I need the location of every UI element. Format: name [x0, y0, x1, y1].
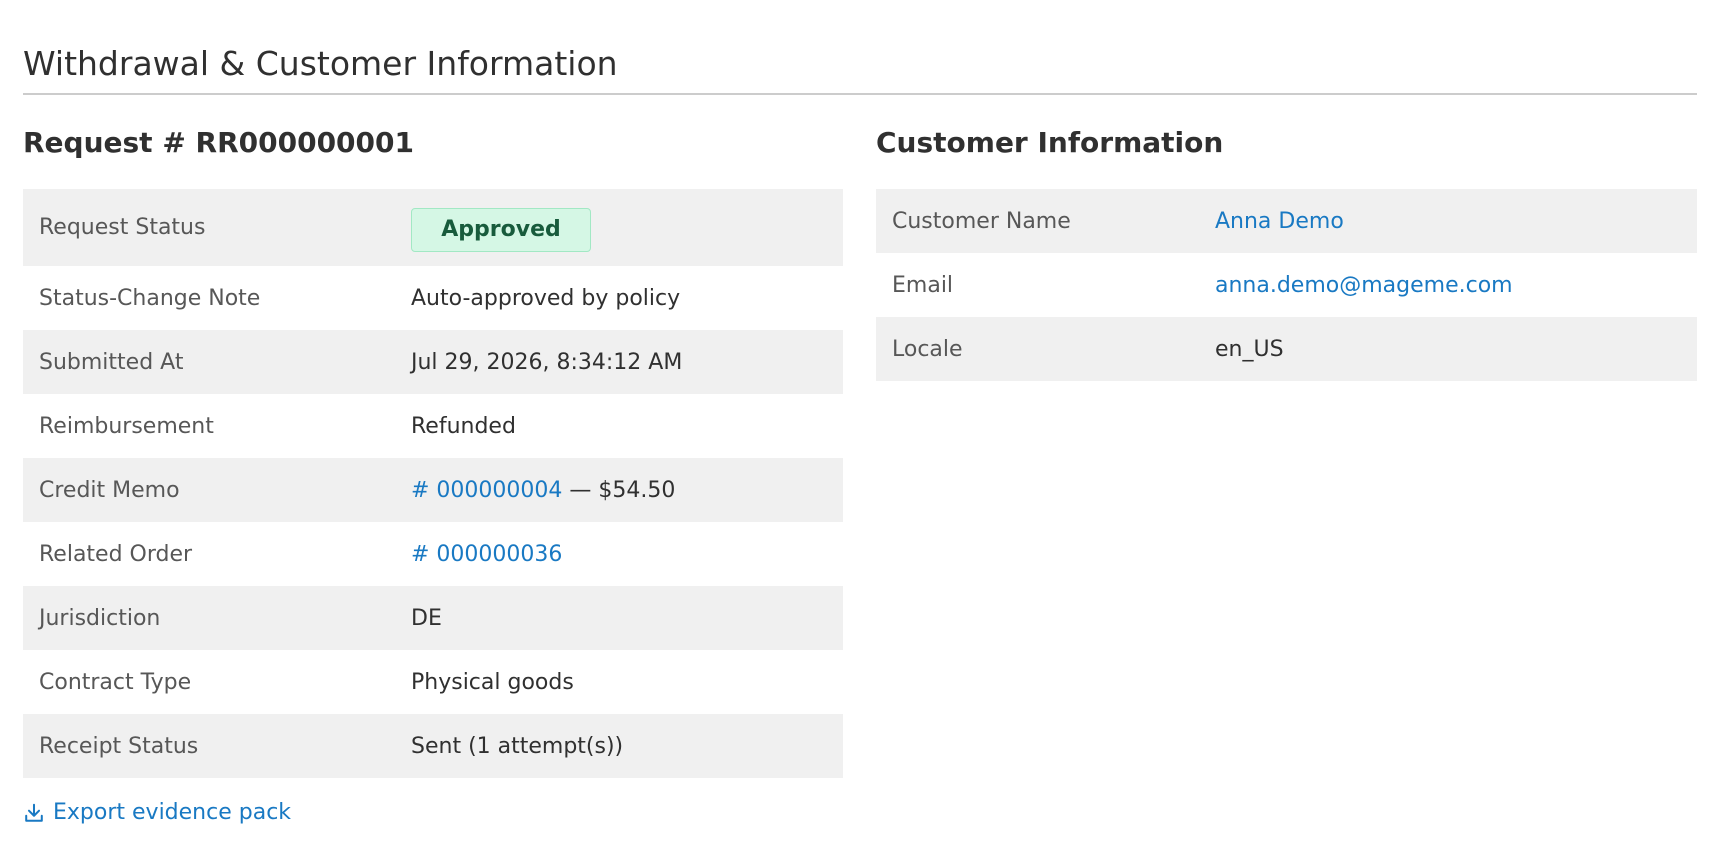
email-value: anna.demo@mageme.com — [1199, 253, 1697, 317]
row-label: Receipt Status — [39, 733, 199, 759]
table-row: Reimbursement Refunded — [23, 394, 843, 458]
table-row: Jurisdiction DE — [23, 586, 843, 650]
submitted-at-value: Jul 29, 2026, 8:34:12 AM — [411, 349, 683, 375]
export-label: Export evidence pack — [53, 800, 292, 825]
credit-memo-amount: — $54.50 — [562, 477, 676, 503]
reimbursement-value: Refunded — [411, 413, 516, 439]
row-value: Approved — [395, 189, 843, 266]
credit-memo-link[interactable]: # 000000004 — [411, 478, 562, 503]
row-label: Status-Change Note — [39, 285, 261, 311]
credit-memo-value: # 000000004 — $54.50 — [395, 458, 843, 522]
section-title: Withdrawal & Customer Information — [23, 44, 618, 83]
row-label: Credit Memo — [39, 477, 180, 503]
row-label: Contract Type — [39, 669, 192, 695]
status-change-note: Auto-approved by policy — [411, 285, 681, 311]
table-row: Contract Type Physical goods — [23, 650, 843, 714]
customer-name-value: Anna Demo — [1199, 189, 1697, 253]
row-label: Request Status — [39, 215, 206, 240]
row-label: Locale — [892, 336, 963, 362]
table-row: Locale en_US — [876, 317, 1697, 381]
row-label: Jurisdiction — [39, 605, 161, 631]
table-row: Receipt Status Sent (1 attempt(s)) — [23, 714, 843, 778]
receipt-status-value: Sent (1 attempt(s)) — [411, 733, 624, 759]
customer-details-table: Customer Name Anna Demo Email anna.demo@… — [876, 189, 1697, 381]
request-title: Request # RR000000001 — [23, 126, 414, 159]
locale-value: en_US — [1215, 336, 1284, 362]
row-label: Reimbursement — [39, 413, 214, 439]
contract-type-value: Physical goods — [411, 669, 574, 695]
table-row: Email anna.demo@mageme.com — [876, 253, 1697, 317]
jurisdiction-value: DE — [411, 605, 442, 631]
related-order-link[interactable]: # 000000036 — [411, 542, 562, 567]
download-icon — [25, 803, 43, 822]
export-evidence-pack-link[interactable]: Export evidence pack — [23, 800, 291, 825]
customer-name-link[interactable]: Anna Demo — [1215, 209, 1344, 234]
table-row: Credit Memo # 000000004 — $54.50 — [23, 458, 843, 522]
request-details-table: Request Status Approved Status-Change No… — [23, 189, 843, 778]
row-label: Customer Name — [892, 208, 1071, 234]
table-row: Request Status Approved — [23, 189, 843, 266]
section-divider — [23, 93, 1697, 95]
table-row: Customer Name Anna Demo — [876, 189, 1697, 253]
row-label: Email — [892, 272, 954, 298]
table-row: Status-Change Note Auto-approved by poli… — [23, 266, 843, 330]
table-row: Related Order # 000000036 — [23, 522, 843, 586]
row-label: Submitted At — [39, 349, 184, 375]
status-badge: Approved — [411, 207, 591, 252]
table-row: Submitted At Jul 29, 2026, 8:34:12 AM — [23, 330, 843, 394]
related-order-value: # 000000036 — [395, 522, 843, 586]
row-label: Related Order — [39, 541, 193, 567]
customer-title: Customer Information — [876, 126, 1224, 159]
email-link[interactable]: anna.demo@mageme.com — [1215, 273, 1513, 298]
